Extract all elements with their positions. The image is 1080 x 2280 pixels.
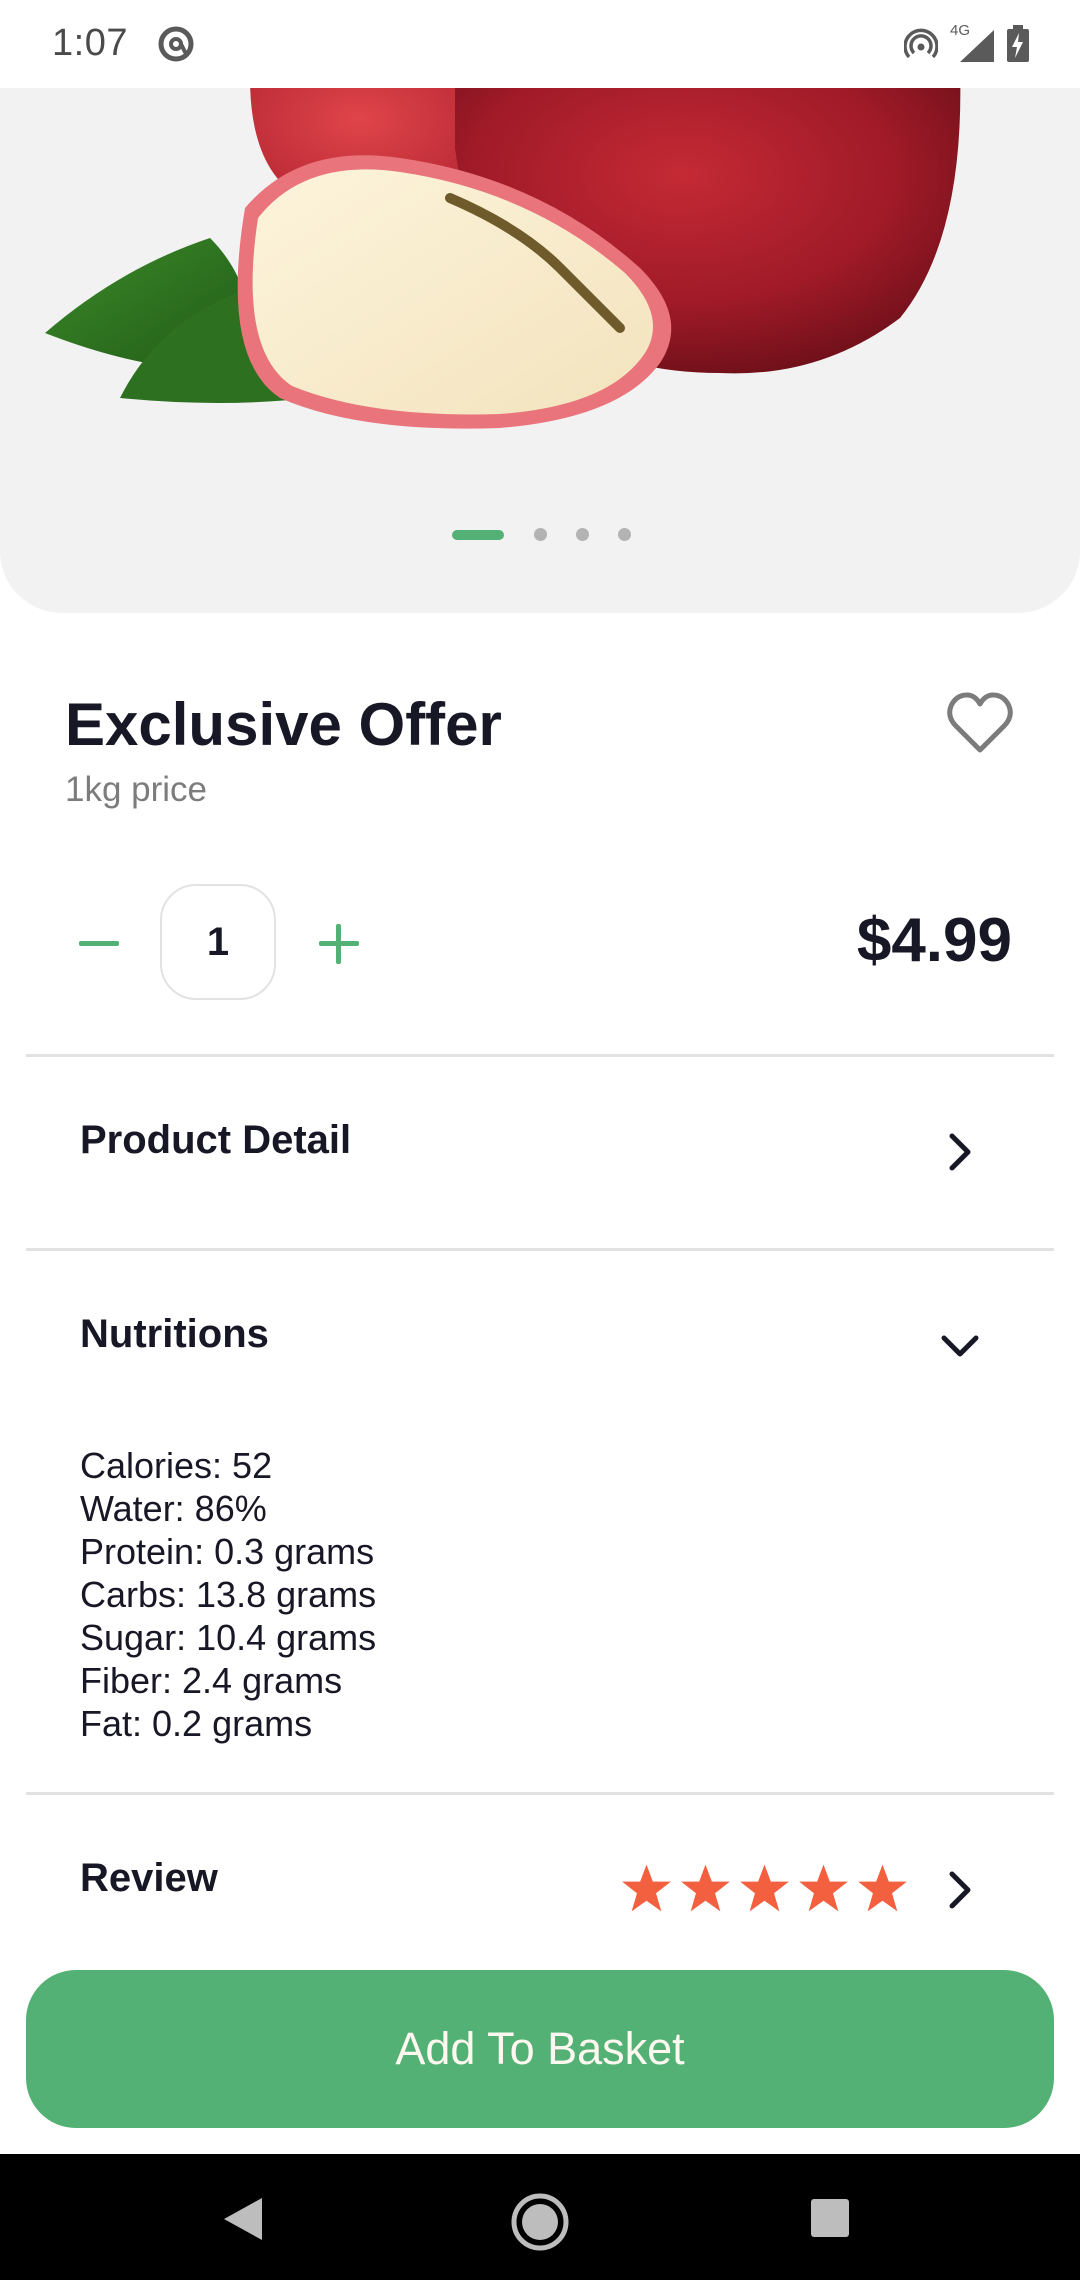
battery-charging-icon [1007,25,1029,62]
decrease-quantity-button[interactable] [72,917,126,971]
nutrition-item: Carbs: 13.8 grams [80,1574,377,1615]
add-to-basket-button[interactable]: Add To Basket [26,1970,1054,2128]
heart-outline-icon[interactable] [945,690,1015,756]
nutrition-item: Protein: 0.3 grams [80,1531,375,1572]
star-icon [622,1864,671,1912]
system-navigation-bar [0,2154,1080,2280]
review-label: Review [80,1856,218,1900]
product-unit-label: 1kg price [65,770,208,809]
minus-icon [79,941,119,946]
chevron-down-icon[interactable] [938,1324,982,1368]
divider [26,1054,1054,1057]
chevron-right-icon[interactable] [938,1868,982,1912]
star-icon [858,1864,907,1912]
carousel-indicator [0,525,1080,541]
carousel-dot-1[interactable] [452,530,504,540]
nutrition-item: Fiber: 2.4 grams [80,1660,343,1701]
recent-apps-icon[interactable] [810,2198,850,2238]
status-icons: 4G [904,22,1030,66]
nutrition-item: Calories: 52 [80,1445,273,1486]
chevron-right-icon[interactable] [938,1130,982,1174]
status-time: 1:07 [52,22,128,64]
nutrition-item: Fat: 0.2 grams [80,1703,313,1744]
divider [26,1248,1054,1251]
nutrition-list: Calories: 52 Water: 86% Protein: 0.3 gra… [80,1444,376,1745]
quantity-value[interactable]: 1 [160,884,276,1000]
increase-quantity-button[interactable] [312,917,366,971]
star-icon [681,1864,730,1912]
nutrition-item: Sugar: 10.4 grams [80,1617,377,1658]
star-icon [740,1864,789,1912]
nutritions-label: Nutritions [80,1312,269,1356]
carousel-dot-4[interactable] [618,528,631,541]
hotspot-icon [904,28,938,59]
status-bar: 1:07 4G [0,0,1080,88]
product-detail-label: Product Detail [80,1118,352,1162]
divider [26,1792,1054,1795]
at-sign-icon [158,26,194,62]
carousel-dot-2[interactable] [534,528,547,541]
nutrition-item: Water: 86% [80,1488,267,1529]
rating-stars [620,1862,909,1914]
product-price: $4.99 [856,906,1012,975]
signal-4g-icon: 4G [948,22,996,64]
home-icon[interactable] [510,2192,570,2252]
plus-icon [319,924,359,964]
carousel-dot-3[interactable] [576,528,589,541]
star-icon [799,1864,848,1912]
back-icon[interactable] [222,2196,264,2242]
product-image-carousel[interactable] [0,88,1080,613]
product-title: Exclusive Offer [65,691,502,758]
